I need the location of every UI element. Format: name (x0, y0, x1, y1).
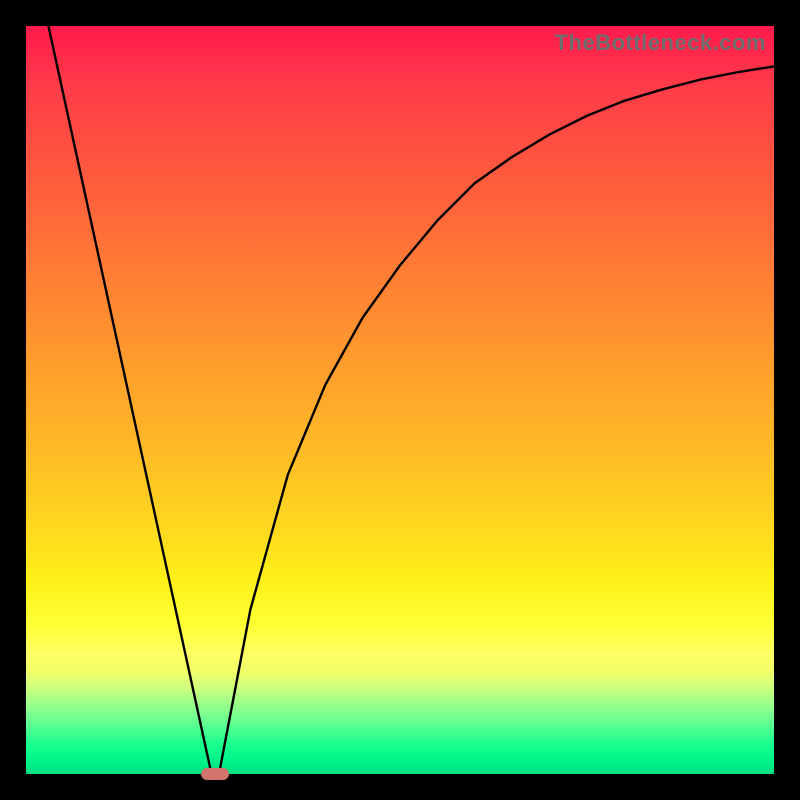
curve-path (48, 26, 774, 774)
bottleneck-curve (26, 26, 774, 774)
plot-area: TheBottleneck.com (26, 26, 774, 774)
optimal-marker (201, 768, 229, 780)
chart-frame: TheBottleneck.com (0, 0, 800, 800)
